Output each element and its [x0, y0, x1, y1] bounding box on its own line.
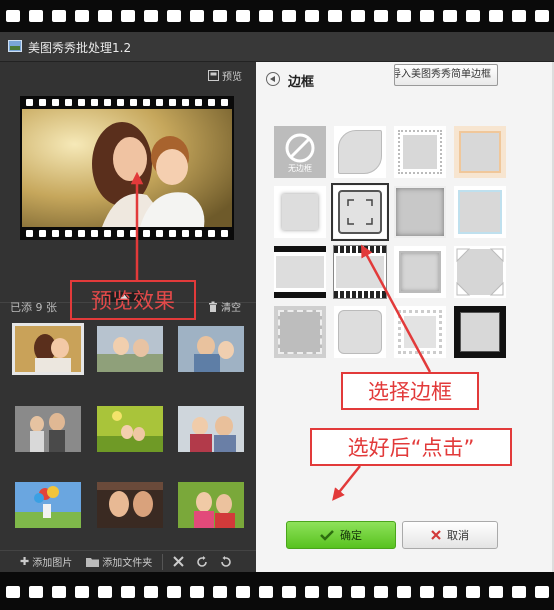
arrow-to-frame [361, 244, 432, 373]
arrow-to-confirm [332, 465, 361, 501]
annotation-arrows [130, 171, 432, 501]
